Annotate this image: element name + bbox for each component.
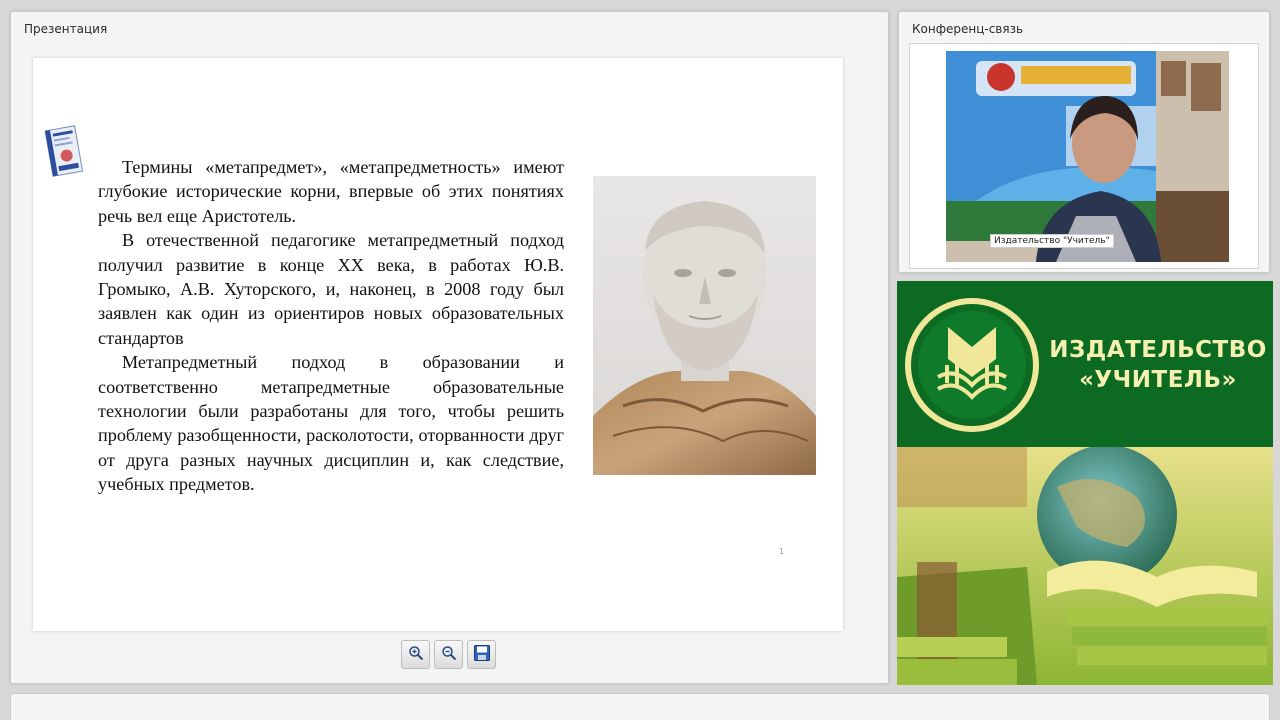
conference-panel: Конференц-связь Издательство "Учитель" <box>898 11 1270 273</box>
presentation-slide: Термины «метапредмет», «метапредметность… <box>33 58 843 631</box>
zoom-in-icon <box>408 645 424 665</box>
publisher-name-line1: ИЗДАТЕЛЬСТВО <box>1049 337 1267 363</box>
presentation-panel: Презентация Термины «метапредмет», «мета… <box>10 11 889 684</box>
slide-text: Термины «метапредмет», «метапредметность… <box>98 155 564 497</box>
slide-paragraph: В отечественной педагогике метапредметны… <box>98 230 564 348</box>
bottom-panel <box>10 693 1270 720</box>
books-globe-image <box>897 445 1273 685</box>
presentation-toolbar <box>401 640 496 672</box>
video-caption: Издательство "Учитель" <box>990 234 1114 248</box>
publisher-banner: ИЗДАТЕЛЬСТВО «УЧИТЕЛЬ» <box>897 281 1273 685</box>
video-frame: Издательство "Учитель" <box>909 43 1259 269</box>
zoom-out-icon <box>441 645 457 665</box>
conference-panel-title: Конференц-связь <box>912 22 1024 36</box>
publisher-name-line2: «УЧИТЕЛЬ» <box>1079 367 1237 393</box>
publisher-banner-header: ИЗДАТЕЛЬСТВО «УЧИТЕЛЬ» <box>897 281 1273 447</box>
standard-book-logo-icon <box>41 122 87 182</box>
save-icon <box>473 644 491 666</box>
publisher-name: ИЗДАТЕЛЬСТВО «УЧИТЕЛЬ» <box>1047 335 1269 395</box>
zoom-in-button[interactable] <box>401 640 430 669</box>
slide-page-marker: 1 <box>779 547 785 556</box>
webcam-video[interactable] <box>946 51 1229 262</box>
save-button[interactable] <box>467 640 496 669</box>
zoom-out-button[interactable] <box>434 640 463 669</box>
slide-paragraph: Термины «метапредмет», «метапредметность… <box>98 157 564 226</box>
presentation-panel-title: Презентация <box>24 22 108 36</box>
aristotle-bust-image <box>593 176 816 475</box>
slide-paragraph: Метапредметный подход в образовании и со… <box>98 352 564 495</box>
publisher-logo-icon <box>903 297 1041 433</box>
